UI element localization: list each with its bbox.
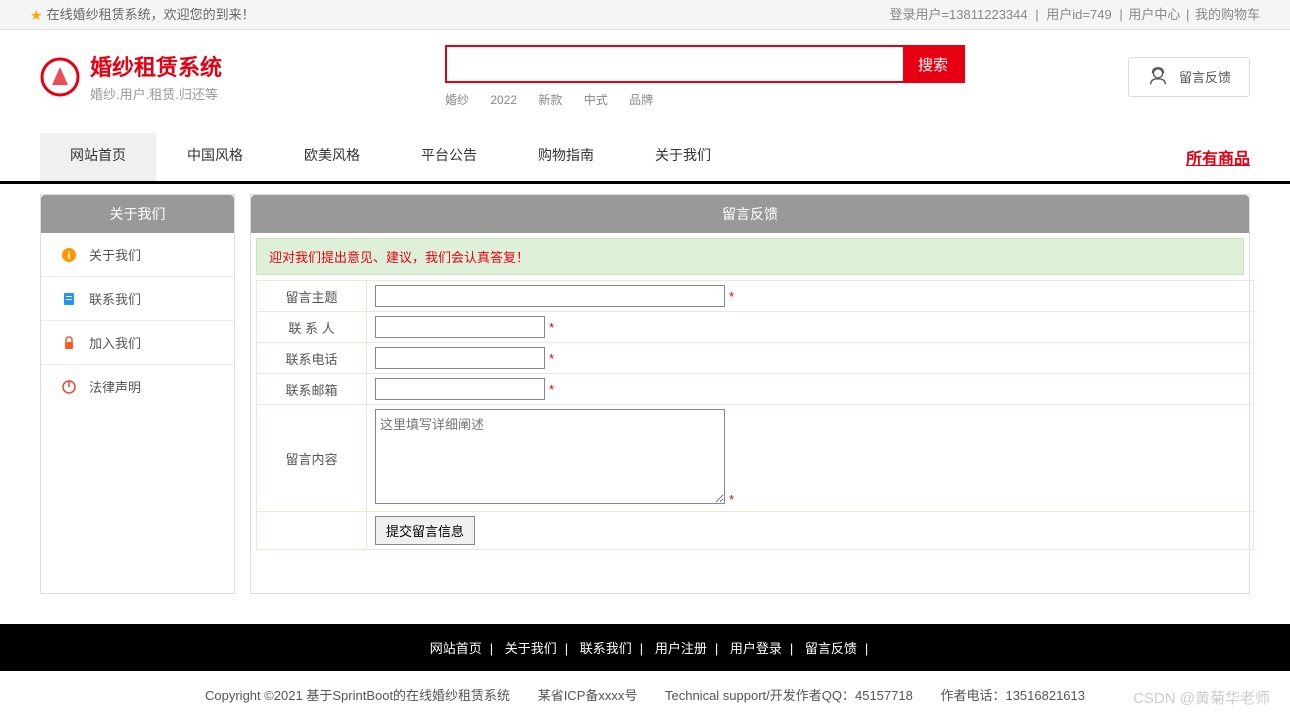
welcome-text: ★ 在线婚纱租赁系统，欢迎您的到来！ bbox=[30, 0, 255, 29]
headset-icon bbox=[1147, 66, 1169, 88]
sidebar-header: 关于我们 bbox=[41, 195, 234, 233]
footer-link-feedback[interactable]: 留言反馈 bbox=[805, 641, 857, 656]
info-icon: i bbox=[61, 247, 77, 263]
footer-link-home[interactable]: 网站首页 bbox=[430, 641, 482, 656]
header: 婚纱租赁系统 婚纱.用户.租赁.归还等 搜索 婚纱 2022 新款 中式 品牌 … bbox=[0, 30, 1290, 123]
required-mark: * bbox=[549, 382, 554, 397]
sidebar: 关于我们 i 关于我们 联系我们 加入我们 法律声明 bbox=[40, 194, 235, 594]
user-center-link[interactable]: 用户中心 bbox=[1128, 7, 1180, 22]
content-textarea[interactable] bbox=[375, 409, 725, 504]
notice-bar: 迎对我们提出意见、建议，我们会认真答复！ bbox=[256, 238, 1244, 275]
email-label: 联系邮箱 bbox=[257, 374, 367, 405]
star-icon: ★ bbox=[30, 0, 43, 30]
search-tag[interactable]: 2022 bbox=[490, 93, 517, 107]
sidebar-item-join[interactable]: 加入我们 bbox=[41, 321, 234, 365]
phone-input[interactable] bbox=[375, 347, 545, 369]
required-mark: * bbox=[729, 289, 734, 304]
watermark: CSDN @黄菊华老师 bbox=[1133, 687, 1270, 708]
subject-label: 留言主题 bbox=[257, 281, 367, 312]
feedback-form: 留言主题 * 联 系 人 * 联系电话 * 联系邮箱 * 留言内容 * 提交留言… bbox=[256, 280, 1254, 550]
nav-western-style[interactable]: 欧美风格 bbox=[274, 133, 391, 181]
sidebar-item-label: 联系我们 bbox=[89, 289, 141, 308]
search-tag[interactable]: 婚纱 bbox=[445, 93, 469, 107]
required-mark: * bbox=[549, 320, 554, 335]
clipboard-icon bbox=[61, 291, 77, 307]
footer-info: Copyright ©2021 基于SprintBoot的在线婚纱租赁系统 某省… bbox=[0, 671, 1290, 718]
sidebar-item-label: 法律声明 bbox=[89, 377, 141, 396]
lock-icon bbox=[61, 335, 77, 351]
search-tags: 婚纱 2022 新款 中式 品牌 bbox=[445, 91, 965, 108]
footer-link-about[interactable]: 关于我们 bbox=[505, 641, 557, 656]
all-products-link[interactable]: 所有商品 bbox=[1186, 133, 1250, 181]
search-input[interactable] bbox=[447, 47, 903, 81]
search-tag[interactable]: 中式 bbox=[584, 93, 608, 107]
login-user-text: 登录用户=13811223344 bbox=[889, 7, 1027, 22]
power-icon bbox=[61, 379, 77, 395]
main-content: 关于我们 i 关于我们 联系我们 加入我们 法律声明 留言反馈 bbox=[0, 184, 1290, 604]
content-header: 留言反馈 bbox=[251, 195, 1249, 233]
logo-area: 婚纱租赁系统 婚纱.用户.租赁.归还等 bbox=[40, 50, 222, 103]
icp-text: 某省ICP备xxxx号 bbox=[538, 688, 638, 703]
footer-link-login[interactable]: 用户登录 bbox=[730, 641, 782, 656]
required-mark: * bbox=[549, 351, 554, 366]
copyright-text: Copyright ©2021 基于SprintBoot的在线婚纱租赁系统 bbox=[205, 688, 510, 703]
required-mark: * bbox=[729, 492, 734, 507]
search-tag[interactable]: 新款 bbox=[538, 93, 562, 107]
search-tag[interactable]: 品牌 bbox=[629, 93, 653, 107]
support-text: Technical support/开发作者QQ：45157718 bbox=[665, 688, 913, 703]
footer-link-contact[interactable]: 联系我们 bbox=[580, 641, 632, 656]
nav-bar: 网站首页 中国风格 欧美风格 平台公告 购物指南 关于我们 所有商品 bbox=[0, 133, 1290, 184]
nav-guide[interactable]: 购物指南 bbox=[508, 133, 625, 181]
my-cart-link[interactable]: 我的购物车 bbox=[1195, 7, 1260, 22]
footer-nav: 网站首页| 关于我们| 联系我们| 用户注册| 用户登录| 留言反馈| bbox=[0, 624, 1290, 671]
sidebar-item-label: 关于我们 bbox=[89, 245, 141, 264]
nav-chinese-style[interactable]: 中国风格 bbox=[157, 133, 274, 181]
nav-home[interactable]: 网站首页 bbox=[40, 133, 157, 181]
contact-label: 联 系 人 bbox=[257, 312, 367, 343]
sidebar-item-legal[interactable]: 法律声明 bbox=[41, 365, 234, 408]
feedback-button[interactable]: 留言反馈 bbox=[1128, 57, 1250, 97]
phone-label: 联系电话 bbox=[257, 343, 367, 374]
phone-text: 作者电话：13516821613 bbox=[940, 688, 1085, 703]
content-area: 留言反馈 迎对我们提出意见、建议，我们会认真答复！ 留言主题 * 联 系 人 *… bbox=[250, 194, 1250, 594]
sidebar-item-contact[interactable]: 联系我们 bbox=[41, 277, 234, 321]
site-title: 婚纱租赁系统 bbox=[90, 50, 222, 82]
nav-about[interactable]: 关于我们 bbox=[625, 133, 742, 181]
search-area: 搜索 婚纱 2022 新款 中式 品牌 bbox=[445, 45, 965, 108]
site-subtitle: 婚纱.用户.租赁.归还等 bbox=[90, 84, 222, 103]
content-label: 留言内容 bbox=[257, 405, 367, 512]
sidebar-item-label: 加入我们 bbox=[89, 333, 141, 352]
submit-button[interactable]: 提交留言信息 bbox=[375, 516, 475, 545]
footer-link-register[interactable]: 用户注册 bbox=[655, 641, 707, 656]
search-button[interactable]: 搜索 bbox=[903, 47, 963, 81]
email-input[interactable] bbox=[375, 378, 545, 400]
logo-icon bbox=[40, 57, 80, 97]
user-id-text: 用户id=749 bbox=[1046, 7, 1111, 22]
top-right-links: 登录用户=13811223344 | 用户id=749 | 用户中心 | 我的购… bbox=[887, 0, 1260, 29]
nav-announcement[interactable]: 平台公告 bbox=[391, 133, 508, 181]
contact-input[interactable] bbox=[375, 316, 545, 338]
subject-input[interactable] bbox=[375, 285, 725, 307]
top-bar: ★ 在线婚纱租赁系统，欢迎您的到来！ 登录用户=13811223344 | 用户… bbox=[0, 0, 1290, 30]
sidebar-item-about[interactable]: i 关于我们 bbox=[41, 233, 234, 277]
svg-text:i: i bbox=[67, 250, 70, 262]
